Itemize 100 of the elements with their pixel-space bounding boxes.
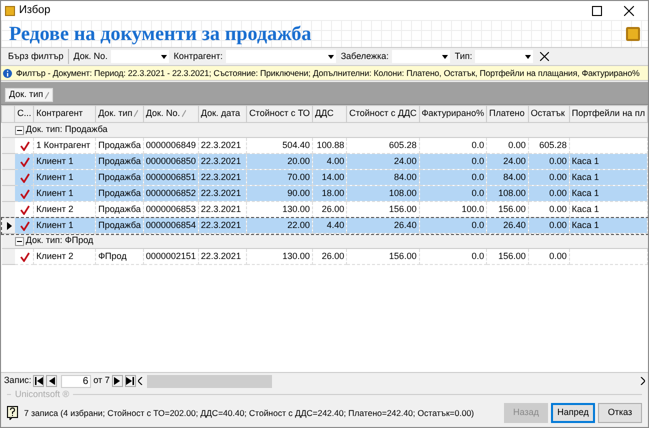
table-cell: 4.00	[326, 156, 344, 166]
previous-record-button[interactable]	[46, 375, 58, 387]
table-cell: 130.00	[282, 250, 310, 261]
column-header[interactable]: Док. тип	[96, 106, 144, 122]
column-header[interactable]: Док. No.	[143, 106, 198, 122]
table-cell: 0.0	[472, 220, 484, 230]
group-label: Док. тип: Продажба	[26, 123, 108, 136]
table-cell: 22.3.2021	[200, 172, 241, 182]
close-icon[interactable]	[624, 6, 634, 16]
table-cell: Продажба	[98, 172, 141, 182]
quick-filter-button[interactable]: Бърз филтър	[4, 49, 68, 64]
checkmark-icon[interactable]	[20, 156, 30, 166]
caret-icon	[525, 54, 532, 58]
table-row[interactable]: Клиент 2 ФПрод 0000002151 22.3.2021 130.00 26.00 156.00 0.0 156.00 0.00	[2, 248, 648, 264]
table-row[interactable]: Клиент 1 Продажба 0000006851 22.3.2021 70.00 14.00 84.00 0.0 84.00 0.00 Каса 1	[2, 170, 648, 186]
column-header[interactable]: Док. дата	[198, 106, 247, 122]
table-cell: 26.40	[503, 220, 526, 230]
sort-icon	[182, 110, 186, 118]
checkmark-icon[interactable]	[20, 220, 30, 230]
table-cell: Каса 1	[572, 188, 599, 198]
table-cell: 18.00	[322, 188, 344, 198]
table-cell: 22.3.2021	[200, 250, 241, 261]
maximize-icon[interactable]	[592, 6, 602, 16]
column-header[interactable]: Стойност с ДДС	[346, 106, 420, 122]
collapse-icon[interactable]	[14, 236, 24, 246]
record-label: Запис:	[4, 374, 32, 388]
first-record-button[interactable]	[33, 375, 44, 387]
table-cell: 26.00	[322, 204, 344, 214]
help-icon[interactable]	[7, 406, 18, 420]
table-cell: 4.40	[326, 220, 344, 230]
group-chip[interactable]: Док. тип	[5, 88, 54, 102]
clear-filter-icon[interactable]	[540, 52, 550, 61]
table-cell: Клиент 1	[36, 156, 74, 166]
table-cell: Клиент 1	[36, 188, 74, 198]
window-title: Избор	[19, 3, 50, 18]
filter-label: Тип:	[454, 50, 472, 63]
table-cell: 22.3.2021	[200, 156, 241, 166]
column-header[interactable]: Контрагент	[34, 106, 96, 122]
table-cell: 22.00	[287, 220, 310, 230]
table-row[interactable]: Клиент 2 Продажба 0000006853 22.3.2021 130.00 26.00 156.00 100.0 156.00 0.00 Каса 1	[2, 202, 648, 218]
table-cell: Продажба	[98, 140, 141, 150]
checkmark-icon[interactable]	[20, 252, 30, 262]
sort-icon	[134, 110, 138, 118]
table-cell: 100.0	[462, 204, 484, 214]
table-cell: 100.88	[316, 140, 344, 150]
column-header[interactable]: С...	[14, 106, 34, 122]
table-cell: 24.00	[394, 156, 417, 166]
table-cell: 22.3.2021	[200, 188, 241, 198]
scrollbar-thumb[interactable]	[146, 374, 272, 388]
table-cell: 156.00	[498, 250, 526, 261]
column-header[interactable]: Портфейли на пл	[569, 106, 648, 122]
table-cell: 70.00	[287, 172, 310, 182]
table-cell: 0000002151	[146, 250, 196, 261]
table-cell: Продажба	[98, 220, 141, 230]
dialog-button[interactable]: Отказ	[598, 403, 642, 423]
dialog-button[interactable]: Напред	[551, 403, 595, 423]
table-row[interactable]: Клиент 1 Продажба 0000006854 22.3.2021 22.00 4.40 26.40 0.0 26.40 0.00 Каса 1	[2, 218, 648, 234]
checkmark-icon[interactable]	[20, 204, 30, 214]
last-record-button[interactable]	[124, 375, 136, 387]
table-cell: 156.00	[389, 250, 417, 261]
table-cell: 0.0	[472, 172, 484, 182]
table-row[interactable]: Клиент 1 Продажба 0000006852 22.3.2021 90.00 18.00 108.00 0.0 108.00 0.00 Каса 1	[2, 186, 648, 202]
table-cell: ФПрод	[98, 250, 127, 261]
record-count: от 7	[93, 374, 110, 388]
table-row[interactable]: Клиент 1 Продажба 0000006850 22.3.2021 20.00 4.00 24.00 0.0 24.00 0.00 Каса 1	[2, 154, 648, 170]
group-label: Док. тип: ФПрод	[26, 234, 94, 248]
column-header[interactable]: Фактурирано%	[419, 106, 487, 122]
table-cell: 0.00	[549, 250, 567, 261]
column-header[interactable]: Стойност с ТО	[246, 106, 312, 122]
checkmark-icon[interactable]	[20, 188, 30, 198]
column-header[interactable]: ДДС	[312, 106, 347, 122]
checkmark-icon[interactable]	[20, 140, 30, 150]
table-row[interactable]: 1 Контрагент Продажба 0000006849 22.3.2021 504.40 100.88 605.28 0.0 0.00 605.28	[2, 138, 648, 154]
table-cell: Продажба	[98, 204, 141, 214]
status-summary: 7 записа (4 избрани; Стойност с ТО=202.00; ДДС=40.40; Стойност с ДДС=242.40; Платено=242.40; Остатък=0.00)	[24, 406, 476, 420]
column-header[interactable]: Платено	[486, 106, 528, 122]
table-cell: 156.00	[498, 204, 526, 214]
caret-icon	[442, 54, 448, 58]
filter-label: Док. No.	[74, 50, 108, 63]
table-cell: 26.00	[322, 250, 344, 261]
table-cell: 22.3.2021	[200, 140, 241, 150]
table-cell: 0.0	[472, 156, 484, 166]
table-cell: 605.28	[389, 140, 417, 150]
scroll-right-icon[interactable]	[640, 377, 645, 385]
collapse-icon[interactable]	[14, 126, 24, 134]
table-cell: 14.00	[322, 172, 344, 182]
record-input[interactable]: 6	[61, 374, 92, 388]
table-cell: 0.00	[549, 220, 567, 230]
table-cell: 24.00	[503, 156, 526, 166]
table-cell: Клиент 1	[36, 172, 74, 182]
table-cell: Продажба	[98, 156, 141, 166]
next-record-button[interactable]	[112, 375, 123, 387]
table-cell: 0000006850	[146, 156, 196, 166]
checkmark-icon[interactable]	[20, 172, 30, 182]
table-cell: 130.00	[282, 204, 310, 214]
scroll-left-icon[interactable]	[138, 377, 143, 385]
column-header[interactable]: Остатък	[528, 106, 570, 122]
table-cell: Каса 1	[572, 220, 599, 230]
table-cell: 0.00	[508, 140, 526, 150]
table-cell: 90.00	[287, 188, 310, 198]
